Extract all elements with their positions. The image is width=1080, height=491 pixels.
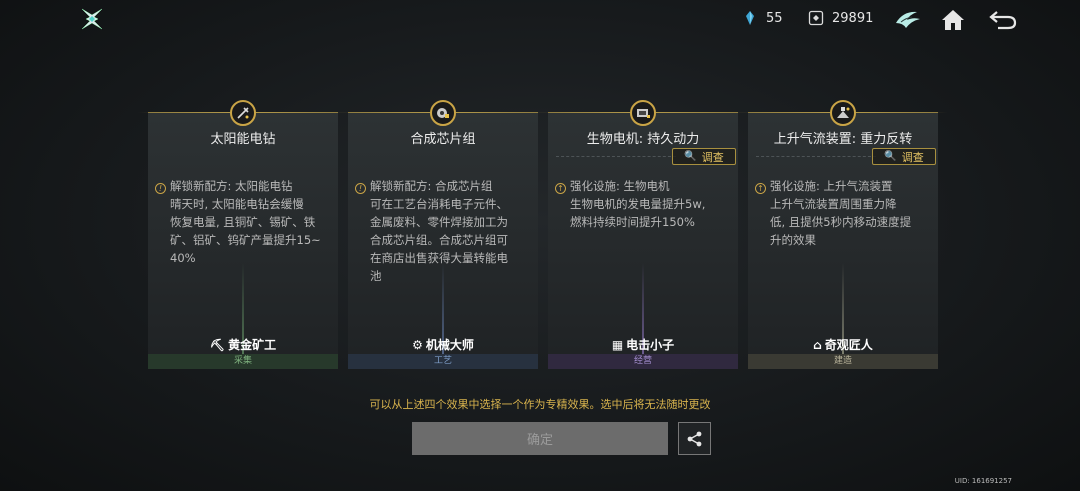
investigate-label: 调查: [701, 150, 724, 164]
structure-icon: ⌂: [813, 337, 822, 352]
category-footer: 采集: [148, 354, 338, 369]
confirm-button[interactable]: 确定: [412, 422, 668, 455]
faction-badge-icon[interactable]: [893, 6, 923, 34]
investigate-label: 调查: [901, 150, 924, 164]
coin-count: 29891: [832, 10, 874, 26]
divider: [756, 156, 876, 157]
battery-icon: ▦: [611, 337, 624, 352]
investigate-button[interactable]: 🔍 调查: [672, 148, 736, 165]
home-icon[interactable]: [938, 6, 968, 34]
info-icon: !: [355, 183, 366, 194]
back-icon[interactable]: [988, 6, 1018, 34]
crystal-count: 55: [766, 10, 783, 26]
share-button[interactable]: [678, 422, 711, 455]
role-label: ⛏ 黄金矿工: [148, 336, 338, 353]
gear-icon: ⚙: [412, 337, 423, 352]
desc-line: 低, 且提供5秒内移动速度提: [770, 215, 912, 229]
desc-line: 金属废料、零件焊接加工为: [370, 215, 508, 229]
desc-line: 强化设施: 上升气流装置: [770, 179, 893, 193]
upgrade-icon: ↑: [555, 183, 566, 194]
desc-line: 可在工艺台消耗电子元件、: [370, 197, 508, 211]
updraft-icon: [830, 100, 856, 126]
magnifier-icon: 🔍: [684, 151, 697, 162]
card-title: 生物电机: 持久动力: [586, 132, 700, 147]
investigate-button[interactable]: 🔍 调查: [872, 148, 936, 165]
category-footer: 工艺: [348, 354, 538, 369]
top-bar: 55 29891: [0, 0, 1080, 40]
role-name: 电击小子: [626, 338, 675, 352]
category-footer: 经营: [548, 354, 738, 369]
divider: [556, 156, 676, 157]
card-title: 太阳能电钻: [210, 132, 276, 147]
desc-line: 恢复电量, 且铜矿、锡矿、铁: [170, 215, 316, 229]
role-name: 机械大师: [425, 338, 474, 352]
desc-line: 矿、铝矿、钨矿产量提升15~: [170, 233, 321, 247]
crystal-icon: [746, 11, 754, 25]
game-logo-icon[interactable]: [80, 7, 104, 31]
card-description: ↑ 强化设施: 生物电机 生物电机的发电量提升5w, 燃料持续时间提升150%: [555, 177, 730, 231]
card-description: ↑ 强化设施: 上升气流装置 上升气流装置周围重力降 低, 且提供5秒内移动速度提…: [755, 177, 930, 249]
card-title: 合成芯片组: [410, 132, 476, 147]
share-icon: [687, 431, 701, 446]
info-icon: !: [155, 183, 166, 194]
card-description: ! 解锁新配方: 太阳能电钻 晴天时, 太阳能电钻会缓慢 恢复电量, 且铜矿、锡矿…: [155, 177, 330, 267]
desc-line: 燃料持续时间提升150%: [570, 215, 695, 229]
motor-icon: [630, 100, 656, 126]
role-label: ⚙ 机械大师: [348, 336, 538, 353]
effect-card-bio-motor[interactable]: 生物电机: 持久动力 🔍 调查 ↑ 强化设施: 生物电机 生物电机的发电量提升5w…: [538, 100, 748, 369]
drill-icon: [230, 100, 256, 126]
effect-card-solar-drill[interactable]: 太阳能电钻 ! 解锁新配方: 太阳能电钻 晴天时, 太阳能电钻会缓慢 恢复电量, …: [138, 100, 348, 369]
magnifier-icon: 🔍: [884, 151, 897, 162]
desc-line: 生物电机的发电量提升5w,: [570, 197, 706, 211]
chip-icon: [430, 100, 456, 126]
role-label: ▦ 电击小子: [548, 336, 738, 353]
desc-line: 升的效果: [770, 233, 816, 247]
crystal-resource: 55: [742, 10, 783, 26]
effect-card-updraft[interactable]: 上升气流装置: 重力反转 🔍 调查 ↑ 强化设施: 上升气流装置 上升气流装置周围…: [738, 100, 948, 369]
role-name: 奇观匠人: [824, 338, 873, 352]
desc-line: 晴天时, 太阳能电钻会缓慢: [170, 197, 304, 211]
desc-line: 解锁新配方: 太阳能电钻: [170, 179, 293, 193]
pickaxe-icon: ⛏: [209, 337, 226, 352]
role-label: ⌂ 奇观匠人: [748, 336, 938, 353]
desc-line: 解锁新配方: 合成芯片组: [370, 179, 493, 193]
selection-hint: 可以从上述四个效果中选择一个作为专精效果。选中后将无法随时更改: [369, 398, 711, 411]
coin-icon: [808, 10, 824, 26]
desc-line: 合成芯片组。合成芯片组可: [370, 233, 508, 247]
effect-card-chipset[interactable]: 合成芯片组 ! 解锁新配方: 合成芯片组 可在工艺台消耗电子元件、 金属废料、零件…: [338, 100, 548, 369]
upgrade-icon: ↑: [755, 183, 766, 194]
card-title: 上升气流装置: 重力反转: [773, 132, 913, 147]
category-footer: 建造: [748, 354, 938, 369]
desc-line: 上升气流装置周围重力降: [770, 197, 897, 211]
role-name: 黄金矿工: [228, 338, 277, 352]
coin-resource: 29891: [808, 10, 873, 26]
user-id: UID: 161691257: [954, 477, 1012, 485]
desc-line: 强化设施: 生物电机: [570, 179, 670, 193]
